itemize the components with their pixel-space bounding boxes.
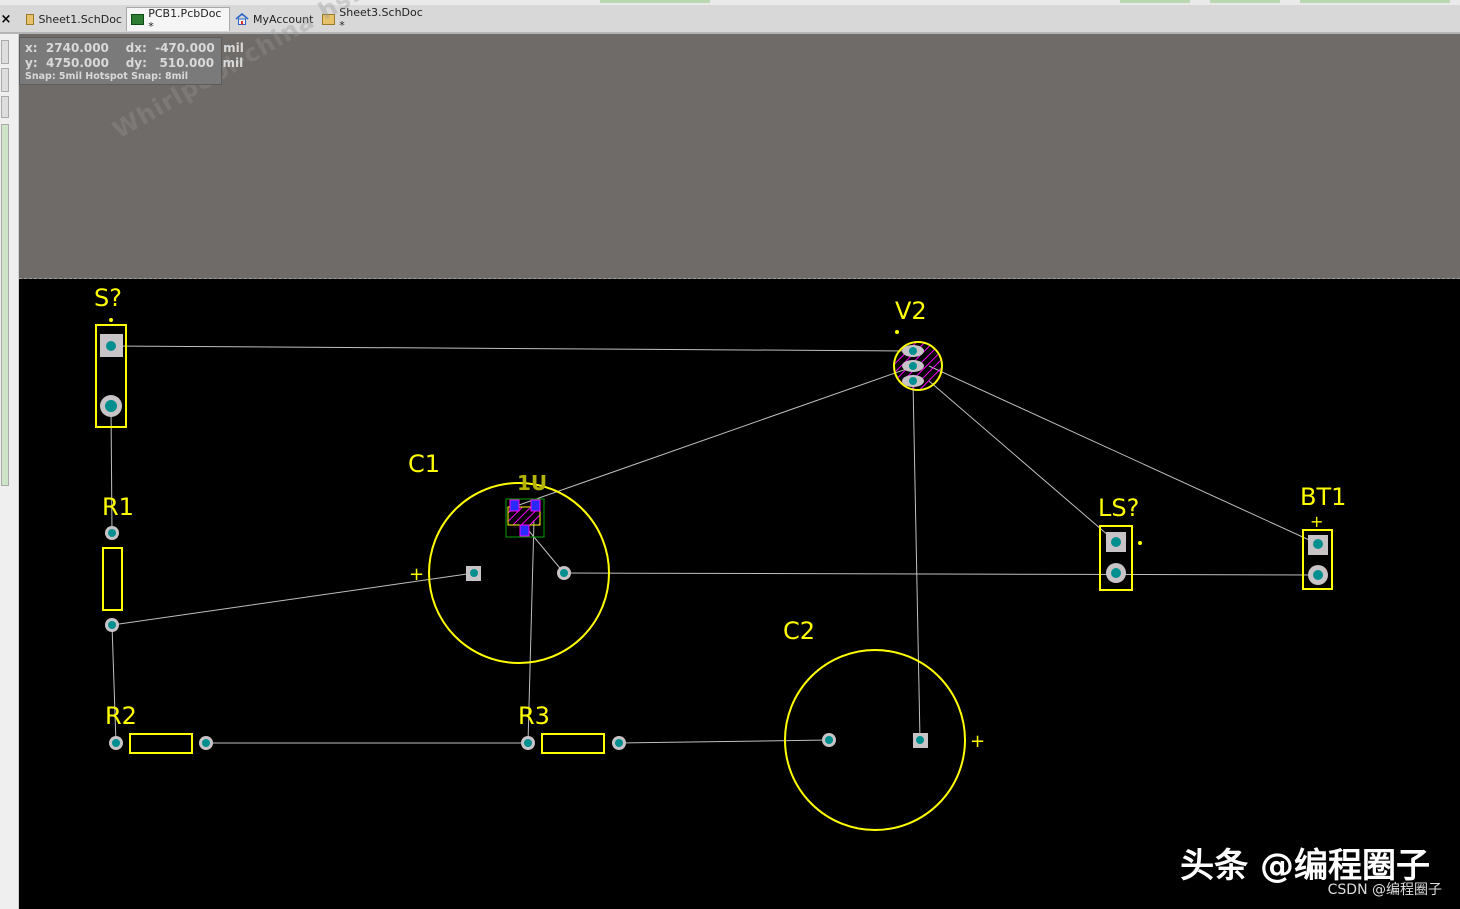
component-c2[interactable]: C2 + [783, 617, 985, 831]
pad-hole [1313, 539, 1323, 549]
pin1-marker [895, 330, 899, 334]
pad-hole [909, 347, 917, 355]
home-icon [235, 12, 249, 25]
tab-label: Sheet1.SchDoc [38, 12, 122, 26]
panel-button[interactable] [1, 96, 9, 118]
tab-sheet1[interactable]: Sheet1.SchDoc [22, 8, 126, 30]
pad-hole [470, 569, 478, 577]
designator-c2: C2 [783, 617, 815, 645]
pad-hole [909, 362, 917, 370]
pad-hole [916, 736, 924, 744]
snap-info: Snap: 5mil Hotspot Snap: 8mil [25, 71, 189, 82]
panel-button[interactable] [1, 40, 9, 64]
schematic-doc-icon [26, 13, 35, 25]
designator-c1: C1 [408, 450, 440, 478]
pad-hole [1111, 537, 1121, 547]
pad-hole [202, 739, 210, 747]
outline [129, 733, 193, 754]
polarity-plus: + [409, 564, 424, 585]
pcb-canvas[interactable]: S? V2 C1 + 1U R1 R2 R3 C2 + LS? BT1 + [19, 279, 1460, 909]
strip-accent [1300, 0, 1450, 3]
component-bt1[interactable]: BT1 + [1300, 483, 1346, 590]
pin1-marker [1138, 541, 1142, 545]
pin1-marker [109, 318, 113, 322]
designator-r3: R3 [518, 702, 550, 730]
pad-hole [108, 621, 116, 629]
tab-pcb1[interactable]: PCB1.PcbDoc * [126, 6, 230, 33]
designator-s: S? [94, 284, 122, 312]
outline [102, 547, 123, 611]
designator-v2: V2 [895, 297, 927, 325]
pad-hole [909, 377, 917, 385]
designator-r1: R1 [102, 493, 134, 521]
pad-hole [1313, 570, 1323, 580]
ratsnest-lines [110, 345, 1319, 744]
strip-accent [600, 0, 710, 3]
tab-label: PCB1.PcbDoc * [148, 6, 222, 33]
designator-bt1: BT1 [1300, 483, 1346, 511]
ratsnest-line [563, 572, 1319, 576]
pad-hole [106, 341, 116, 351]
designator-r2: R2 [105, 702, 137, 730]
pad-hole [1111, 568, 1121, 578]
ratsnest-line [110, 345, 914, 352]
component-ls[interactable]: LS? [1098, 494, 1142, 591]
pcb-doc-icon [131, 14, 145, 25]
ratsnest-line [912, 380, 921, 741]
panel-button[interactable] [1, 68, 9, 92]
pad-hole [560, 569, 568, 577]
brand-watermark-sub: CSDN @编程圈子 [1327, 882, 1442, 898]
strip-accent [1120, 0, 1190, 3]
pad-hole [825, 736, 833, 744]
strip-accent [1210, 0, 1280, 3]
pad-hole [524, 739, 532, 747]
pad-hole [615, 739, 623, 747]
comment-value: 1U [517, 471, 547, 495]
ratsnest-line [928, 380, 1117, 543]
coord-y-row: y: 4750.000 dy: 510.000 mil [25, 56, 244, 70]
designator-ls: LS? [1098, 494, 1139, 522]
left-panel-strip[interactable] [0, 34, 19, 909]
panel-button[interactable] [1, 124, 9, 486]
smd-pad[interactable] [519, 524, 530, 537]
coord-x-row: x: 2740.000 dx: -470.000 mil [25, 41, 244, 55]
document-tab-bar: × Sheet1.SchDoc PCB1.PcbDoc * MyAccount … [0, 5, 1460, 34]
coordinate-readout: x: 2740.000 dx: -470.000 mil y: 4750.000… [19, 37, 244, 85]
polarity-plus: + [970, 731, 985, 752]
component-c1[interactable]: C1 + 1U [408, 450, 610, 664]
smd-pad[interactable] [530, 499, 541, 512]
ratsnest-line [518, 365, 916, 506]
outline [541, 733, 605, 754]
smd-pad[interactable] [509, 499, 520, 512]
component-r2[interactable]: R2 [105, 702, 213, 754]
pad-hole [112, 739, 120, 747]
close-icon[interactable]: × [0, 10, 12, 30]
polarity-plus: + [1310, 512, 1323, 531]
ratsnest-line [618, 739, 830, 744]
pad-hole [108, 529, 116, 537]
component-s[interactable]: S? [94, 284, 127, 428]
component-r1[interactable]: R1 [102, 493, 134, 632]
pad-hole [105, 400, 117, 412]
component-v2[interactable]: V2 [893, 297, 943, 391]
component-r3[interactable]: R3 [518, 702, 626, 754]
